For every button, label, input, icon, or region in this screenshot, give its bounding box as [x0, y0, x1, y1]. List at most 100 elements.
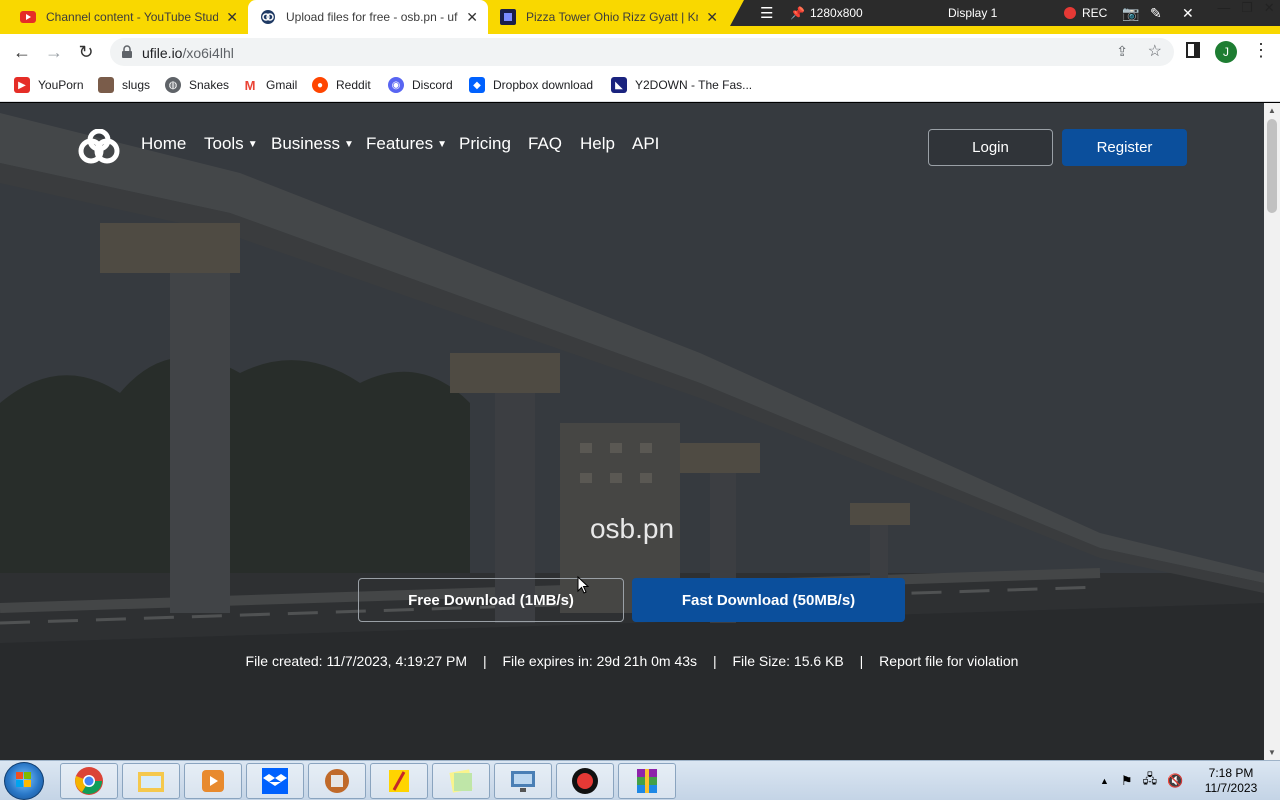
close-icon[interactable]: ✕ — [226, 9, 238, 26]
nav-label: Features — [366, 134, 434, 153]
nav-home[interactable]: Home — [141, 134, 186, 154]
bookmark-youporn[interactable]: ▶ YouPorn — [14, 77, 84, 93]
page-scrollbar[interactable]: ▲ ▼ — [1264, 103, 1280, 760]
bookmark-snakes[interactable]: ◍ Snakes — [165, 77, 229, 93]
taskbar-network-app[interactable] — [494, 763, 552, 799]
chevron-down-icon: ▼ — [343, 139, 354, 150]
menu-icon[interactable]: ☰ — [760, 4, 773, 22]
close-icon[interactable]: ✕ — [706, 9, 718, 26]
nav-label: Tools — [204, 134, 244, 153]
chrome-icon — [75, 767, 103, 795]
taskbar-sticky-notes[interactable] — [432, 763, 490, 799]
nav-api[interactable]: API — [632, 134, 659, 154]
separator: | — [482, 653, 487, 669]
file-info: File created: 11/7/2023, 4:19:27 PM | Fi… — [0, 653, 1264, 669]
lock-icon — [122, 45, 132, 58]
network-icon[interactable]: 🖧 — [1143, 770, 1158, 792]
bookmark-star-icon[interactable]: ☆ — [1148, 41, 1162, 61]
bookmark-reddit[interactable]: ● Reddit — [312, 77, 371, 93]
scrollbar-thumb[interactable] — [1267, 119, 1277, 213]
taskbar-winrar[interactable] — [618, 763, 676, 799]
rec-label: REC — [1082, 6, 1108, 20]
system-clock[interactable]: 7:18 PM 11/7/2023 — [1196, 766, 1266, 796]
winrar-icon — [637, 769, 657, 793]
url-path: /xo6i4lhl — [182, 45, 234, 61]
tab-youtube-studio[interactable]: Channel content - YouTube Studi ✕ — [8, 0, 248, 34]
nav-tools[interactable]: Tools ▼ — [204, 134, 258, 154]
close-icon[interactable]: ✕ — [1182, 5, 1194, 22]
fast-download-button[interactable]: Fast Download (50MB/s) — [632, 578, 905, 622]
volume-muted-icon[interactable]: 🔇 — [1167, 773, 1183, 789]
close-window-icon[interactable]: ✕ — [1264, 0, 1275, 20]
taskbar-media-player[interactable] — [184, 763, 242, 799]
sticky-notes-icon — [449, 769, 473, 793]
start-button[interactable] — [4, 762, 44, 800]
separator: | — [859, 653, 864, 669]
scroll-down-icon[interactable]: ▼ — [1268, 748, 1276, 757]
tab-title: Pizza Tower Ohio Rizz Gyatt | Kn — [526, 10, 699, 24]
taskbar-app[interactable] — [308, 763, 366, 799]
resolution-label: 1280x800 — [810, 6, 863, 20]
scroll-up-icon[interactable]: ▲ — [1268, 106, 1276, 115]
bookmark-discord[interactable]: ◉ Discord — [388, 77, 453, 93]
more-menu-icon[interactable]: ⋮ — [1252, 40, 1270, 61]
youtube-icon — [20, 9, 36, 25]
pin-icon[interactable]: 📌 — [790, 6, 805, 20]
address-bar[interactable]: ufile.io/xo6i4lhl ⇪ ☆ — [110, 38, 1174, 66]
bookmark-gmail[interactable]: M Gmail — [242, 77, 297, 93]
tab-knowyourmeme[interactable]: Pizza Tower Ohio Rizz Gyatt | Kn ✕ — [488, 0, 728, 34]
bookmark-y2down[interactable]: ◣ Y2DOWN - The Fas... — [611, 77, 752, 93]
side-panel-icon[interactable] — [1186, 42, 1200, 58]
nav-faq[interactable]: FAQ — [528, 134, 562, 154]
back-icon[interactable]: ← — [10, 40, 34, 64]
forward-icon[interactable]: → — [42, 40, 66, 64]
taskbar-chrome[interactable] — [60, 763, 118, 799]
profile-avatar[interactable]: J — [1215, 41, 1237, 63]
ufile-logo-icon[interactable] — [76, 129, 122, 165]
windows-logo-icon — [16, 772, 31, 787]
record-button[interactable]: REC — [1064, 6, 1107, 20]
bookmark-slugs[interactable]: slugs — [98, 77, 150, 93]
taskbar-dropbox[interactable] — [246, 763, 304, 799]
display-label: Display 1 — [948, 6, 998, 20]
register-button[interactable]: Register — [1062, 129, 1187, 166]
reload-icon[interactable]: ↻ — [74, 40, 98, 64]
page-content: Home Tools ▼ Business ▼ Features ▼ Pricing … — [0, 103, 1264, 760]
bookmark-dropbox[interactable]: ◆ Dropbox download — [469, 77, 593, 93]
minimize-icon[interactable]: — — [1217, 0, 1230, 20]
nav-label: Home — [141, 134, 187, 153]
pencil-icon[interactable]: ✎ — [1150, 5, 1162, 22]
taskbar-file-explorer[interactable] — [122, 763, 180, 799]
close-icon[interactable]: ✕ — [466, 9, 478, 26]
separator: | — [712, 653, 717, 669]
flag-icon[interactable]: ⚑ — [1121, 773, 1133, 789]
bookmark-label: Y2DOWN - The Fas... — [635, 78, 753, 92]
bookmarks-bar: ▶ YouPorn slugs ◍ Snakes M Gmail ● Reddi… — [0, 70, 1280, 102]
nav-business[interactable]: Business ▼ — [271, 134, 354, 154]
ufile-icon — [260, 9, 276, 25]
taskbar-recorder[interactable] — [556, 763, 614, 799]
restore-icon[interactable]: ❐ — [1241, 0, 1253, 20]
nav-help[interactable]: Help — [580, 134, 615, 154]
nav-label: Help — [580, 134, 615, 153]
mouse-cursor-icon — [577, 576, 589, 594]
tab-ufile[interactable]: Upload files for free - osb.pn - uf ✕ — [248, 0, 488, 34]
y2down-icon: ◣ — [611, 77, 627, 93]
file-size: File Size: 15.6 KB — [732, 653, 844, 669]
login-button[interactable]: Login — [928, 129, 1053, 166]
tray-expand-icon[interactable]: ▲ — [1100, 776, 1109, 786]
site-header: Home Tools ▼ Business ▼ Features ▼ Pricing … — [0, 103, 1264, 193]
file-expires: File expires in: 29d 21h 0m 43s — [502, 653, 698, 669]
nav-pricing[interactable]: Pricing — [459, 134, 511, 154]
notes-icon — [389, 770, 409, 792]
share-icon[interactable]: ⇪ — [1116, 43, 1128, 60]
media-player-icon — [202, 770, 224, 792]
camera-icon[interactable]: 📷 — [1122, 5, 1139, 22]
bookmark-label: Discord — [412, 78, 453, 92]
report-violation-link[interactable]: Report file for violation — [879, 653, 1018, 669]
network-app-icon — [511, 771, 535, 792]
taskbar-notes[interactable] — [370, 763, 428, 799]
nav-label: Pricing — [459, 134, 511, 153]
nav-label: API — [632, 134, 660, 153]
nav-features[interactable]: Features ▼ — [366, 134, 447, 154]
